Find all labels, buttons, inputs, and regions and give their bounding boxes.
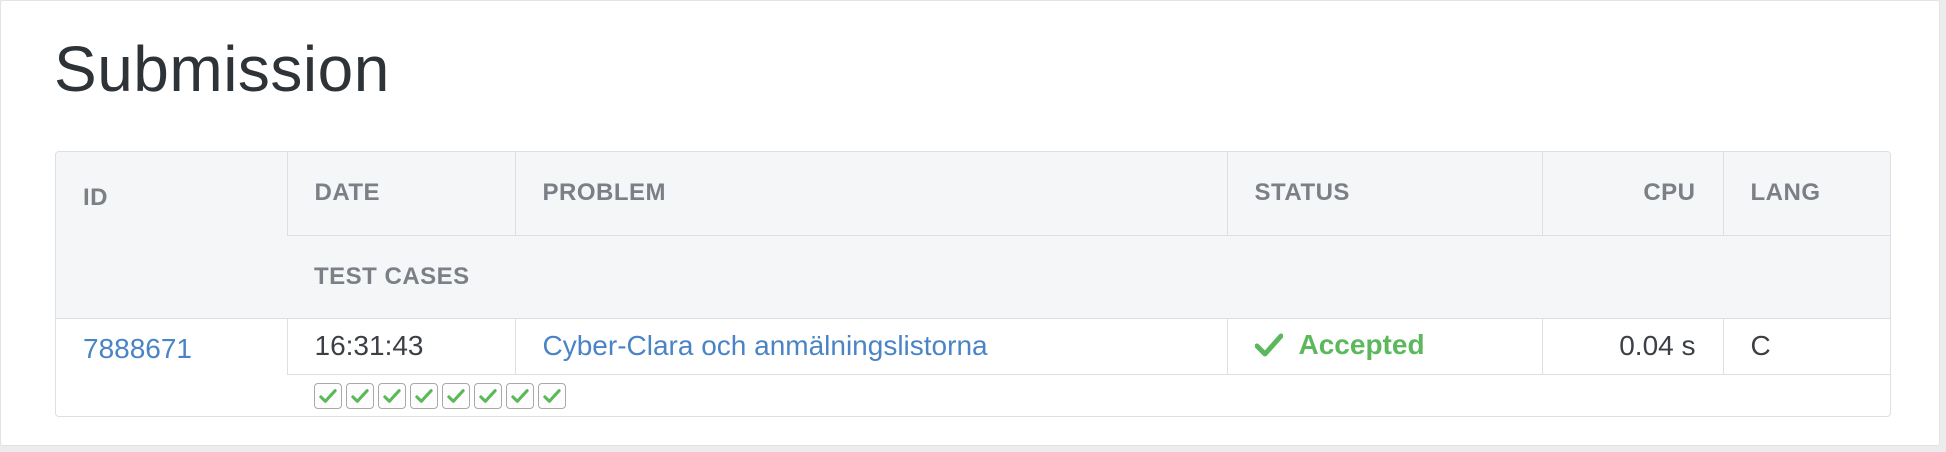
test-case-7[interactable] [506, 382, 534, 409]
test-case-3[interactable] [378, 382, 406, 409]
status-cell: Accepted [1226, 318, 1542, 375]
submission-id-cell: 7888671 [56, 318, 287, 416]
header-date: DATE [286, 152, 515, 236]
submission-table: ID DATE PROBLEM STATUS CPU LANG TEST CAS… [55, 151, 1891, 417]
check-icon [511, 388, 529, 403]
header-test-cases: TEST CASES [287, 235, 1890, 319]
test-case-8[interactable] [538, 382, 566, 409]
check-icon [383, 388, 401, 403]
test-case-4[interactable] [410, 382, 438, 409]
status-badge: Accepted [1254, 328, 1425, 361]
test-case-list [314, 382, 1865, 409]
header-status: STATUS [1226, 152, 1542, 236]
check-icon [415, 388, 433, 403]
test-cases-cell [287, 374, 1890, 416]
problem-link[interactable]: Cyber-Clara och anmälningslistorna [543, 330, 988, 361]
table-row: 7888671 16:31:43 Cyber-Clara och anmälni… [56, 318, 1890, 416]
test-cases-row [56, 374, 1890, 416]
test-case-5[interactable] [442, 382, 470, 409]
check-icon [543, 388, 561, 403]
submission-date: 16:31:43 [286, 318, 515, 375]
test-case-1[interactable] [314, 382, 342, 409]
header-lang: LANG [1722, 152, 1890, 236]
check-icon [319, 388, 337, 403]
test-case-6[interactable] [474, 382, 502, 409]
header-problem: PROBLEM [514, 152, 1227, 236]
cpu-time: 0.04 s [1541, 318, 1723, 375]
submission-id-link[interactable]: 7888671 [83, 333, 192, 364]
submission-panel: Submission ID DATE PROBLEM STATUS CPU LA… [0, 0, 1940, 446]
test-case-2[interactable] [346, 382, 374, 409]
check-icon [479, 388, 497, 403]
check-icon [447, 388, 465, 403]
header-id: ID [56, 152, 287, 319]
check-icon [351, 388, 369, 403]
page-title: Submission [54, 33, 390, 105]
problem-cell: Cyber-Clara och anmälningslistorna [514, 318, 1227, 375]
header-cpu: CPU [1541, 152, 1723, 236]
language: C [1722, 318, 1890, 375]
status-text: Accepted [1298, 328, 1425, 360]
check-icon [1254, 333, 1283, 356]
